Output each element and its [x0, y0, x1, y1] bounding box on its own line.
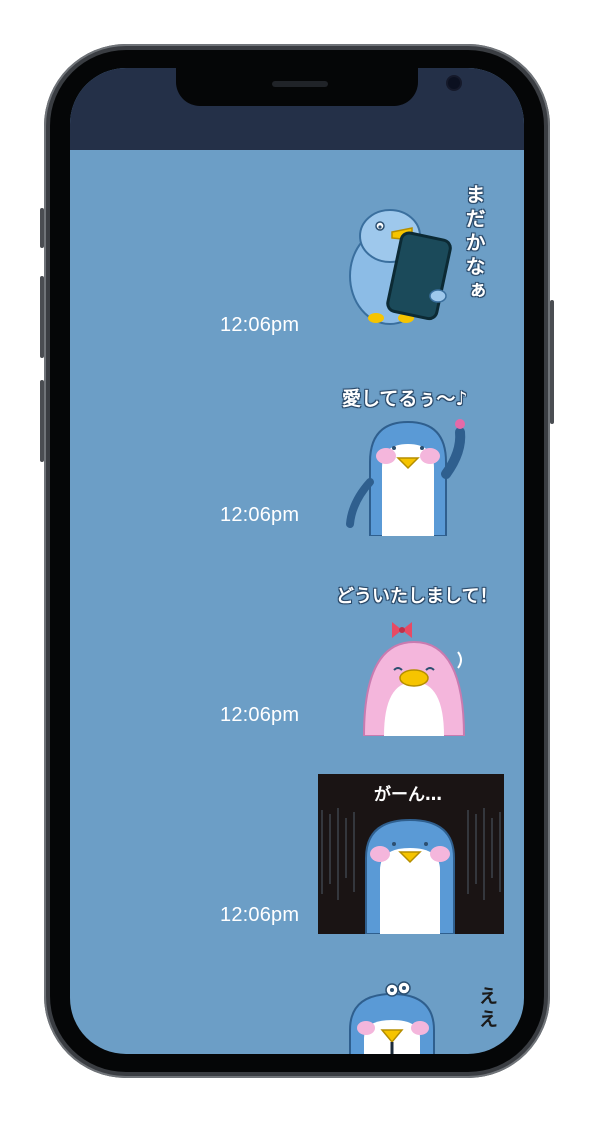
- front-camera: [448, 77, 460, 89]
- sticker-caption: がーん…: [374, 785, 442, 805]
- pink-penguin-icon: [362, 622, 466, 737]
- pink-penguin-bow-sticker[interactable]: [358, 612, 478, 737]
- sticker-caption: ええ: [476, 986, 498, 1032]
- sticker-caption: 愛してるぅ〜♪: [342, 388, 468, 410]
- message-timestamp: 12:06pm: [220, 314, 300, 336]
- sticker-caption: まだかなぁ: [462, 184, 486, 304]
- notch: [176, 68, 460, 106]
- volume-up-button: [40, 276, 44, 358]
- message-timestamp: 12:06pm: [220, 704, 300, 726]
- penguin-surprised-sticker[interactable]: [346, 980, 466, 1054]
- penguin-waving-flower-sticker[interactable]: [346, 412, 476, 537]
- side-button: [550, 300, 554, 424]
- penguin-surprised-icon: [349, 981, 435, 1054]
- penguin-waving-icon: [346, 419, 466, 537]
- message-timestamp: 12:06pm: [220, 904, 300, 926]
- phone-screen: 12:06pm まだかなぁ 12:06pm 愛してるぅ〜♪ 12:06pm どう…: [70, 68, 524, 1054]
- mute-switch: [40, 208, 44, 248]
- chat-area[interactable]: 12:06pm まだかなぁ 12:06pm 愛してるぅ〜♪ 12:06pm どう…: [70, 150, 524, 1054]
- earpiece-speaker: [272, 81, 328, 87]
- message-timestamp: 12:06pm: [220, 504, 300, 526]
- sticker-caption: どういたしまして！: [336, 586, 498, 607]
- volume-down-button: [40, 380, 44, 462]
